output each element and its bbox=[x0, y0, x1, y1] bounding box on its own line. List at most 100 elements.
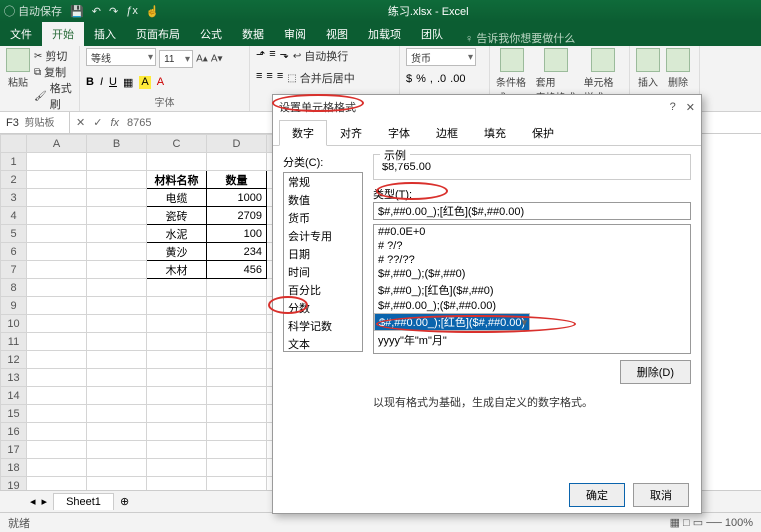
category-item[interactable]: 时间 bbox=[284, 263, 362, 281]
comma-icon[interactable]: , bbox=[430, 73, 433, 85]
delete-cells-button[interactable]: 删除 bbox=[666, 48, 690, 89]
tab-addins[interactable]: 加载项 bbox=[358, 22, 411, 46]
cell[interactable]: 水泥 bbox=[147, 225, 207, 243]
sheet-tab-1[interactable]: Sheet1 bbox=[53, 493, 114, 510]
new-sheet-button[interactable]: ⊕ bbox=[120, 495, 129, 508]
align-mid-icon[interactable]: ≡ bbox=[269, 48, 275, 64]
cell[interactable] bbox=[147, 315, 207, 333]
underline-button[interactable]: U bbox=[109, 76, 117, 89]
cell[interactable] bbox=[87, 279, 147, 297]
cell[interactable] bbox=[87, 189, 147, 207]
cell[interactable] bbox=[207, 153, 267, 171]
cell[interactable] bbox=[87, 387, 147, 405]
row-header[interactable]: 1 bbox=[1, 153, 27, 171]
row-header[interactable]: 16 bbox=[1, 423, 27, 441]
cell[interactable]: 瓷砖 bbox=[147, 207, 207, 225]
cell[interactable]: 1000 bbox=[207, 189, 267, 207]
row-header[interactable]: 5 bbox=[1, 225, 27, 243]
tab-file[interactable]: 文件 bbox=[0, 22, 42, 46]
category-item[interactable]: 科学记数 bbox=[284, 317, 362, 335]
cell[interactable] bbox=[27, 261, 87, 279]
help-icon[interactable]: ? bbox=[670, 101, 676, 114]
tell-me[interactable]: ♀ 告诉我你想要做什么 bbox=[465, 30, 575, 46]
cell[interactable] bbox=[87, 441, 147, 459]
merge-button[interactable]: ⬚ 合并后居中 bbox=[287, 70, 354, 86]
cell[interactable]: 2709 bbox=[207, 207, 267, 225]
cell[interactable] bbox=[27, 441, 87, 459]
tab-nav-next-icon[interactable]: ▸ bbox=[42, 495, 48, 508]
category-item[interactable]: 日期 bbox=[284, 245, 362, 263]
cell[interactable] bbox=[147, 369, 207, 387]
tab-layout[interactable]: 页面布局 bbox=[126, 22, 190, 46]
cell[interactable] bbox=[87, 423, 147, 441]
col-header[interactable]: D bbox=[207, 135, 267, 153]
redo-icon[interactable]: ↷ bbox=[109, 5, 118, 18]
category-item[interactable]: 常规 bbox=[284, 173, 362, 191]
close-icon[interactable]: ✕ bbox=[686, 101, 695, 114]
row-header[interactable]: 15 bbox=[1, 405, 27, 423]
cell[interactable] bbox=[27, 351, 87, 369]
cell[interactable] bbox=[27, 369, 87, 387]
enter-formula-icon[interactable]: ✓ bbox=[93, 116, 102, 129]
tab-review[interactable]: 审阅 bbox=[274, 22, 316, 46]
cell[interactable] bbox=[27, 333, 87, 351]
format-item[interactable]: # ??/?? bbox=[374, 253, 690, 267]
shrink-font-icon[interactable]: A▾ bbox=[211, 54, 223, 65]
italic-button[interactable]: I bbox=[100, 76, 103, 89]
row-header[interactable]: 4 bbox=[1, 207, 27, 225]
cell[interactable] bbox=[207, 315, 267, 333]
dialog-tab[interactable]: 边框 bbox=[423, 120, 471, 146]
cell[interactable] bbox=[27, 225, 87, 243]
view-break-icon[interactable]: ▭ bbox=[693, 517, 703, 529]
cell[interactable] bbox=[207, 441, 267, 459]
row-header[interactable]: 6 bbox=[1, 243, 27, 261]
tab-nav-prev-icon[interactable]: ◂ bbox=[30, 495, 36, 508]
cell[interactable]: 数量 bbox=[207, 171, 267, 189]
font-name-select[interactable]: 等线 bbox=[86, 48, 156, 66]
cell[interactable] bbox=[27, 207, 87, 225]
align-center-icon[interactable]: ≡ bbox=[266, 70, 272, 86]
wrap-button[interactable]: ↩ 自动换行 bbox=[293, 48, 348, 64]
insert-cells-button[interactable]: 插入 bbox=[636, 48, 660, 89]
cell[interactable] bbox=[27, 189, 87, 207]
cell[interactable]: 100 bbox=[207, 225, 267, 243]
cell[interactable] bbox=[207, 387, 267, 405]
row-header[interactable]: 18 bbox=[1, 459, 27, 477]
format-item[interactable]: m"月"d"日" bbox=[374, 349, 690, 354]
category-item[interactable]: 货币 bbox=[284, 209, 362, 227]
type-input[interactable]: $#,##0.00_);[红色]($#,##0.00) bbox=[373, 202, 691, 220]
row-header[interactable]: 14 bbox=[1, 387, 27, 405]
format-item[interactable]: # ?/? bbox=[374, 239, 690, 253]
cell[interactable] bbox=[87, 351, 147, 369]
category-listbox[interactable]: 常规数值货币会计专用日期时间百分比分数科学记数文本特殊自定义 bbox=[283, 172, 363, 352]
cell[interactable] bbox=[207, 459, 267, 477]
fx-button[interactable]: fx bbox=[110, 117, 119, 129]
cell[interactable] bbox=[27, 423, 87, 441]
cancel-formula-icon[interactable]: ✕ bbox=[76, 116, 85, 129]
cell[interactable]: 456 bbox=[207, 261, 267, 279]
align-right-icon[interactable]: ≡ bbox=[277, 70, 283, 86]
font-color-button[interactable]: A bbox=[157, 76, 164, 89]
cell[interactable] bbox=[147, 297, 207, 315]
format-item[interactable]: ##0.0E+0 bbox=[374, 225, 690, 239]
cell[interactable] bbox=[147, 279, 207, 297]
cell[interactable]: 电缆 bbox=[147, 189, 207, 207]
cell[interactable] bbox=[87, 153, 147, 171]
font-size-select[interactable]: 11 bbox=[159, 50, 193, 68]
dialog-tab[interactable]: 对齐 bbox=[327, 120, 375, 146]
row-header[interactable]: 11 bbox=[1, 333, 27, 351]
ok-button[interactable]: 确定 bbox=[569, 483, 625, 507]
cell[interactable] bbox=[207, 351, 267, 369]
tab-formulas[interactable]: 公式 bbox=[190, 22, 232, 46]
cell[interactable] bbox=[147, 153, 207, 171]
save-icon[interactable]: 💾 bbox=[70, 5, 84, 18]
paste-button[interactable]: 粘贴 bbox=[6, 48, 30, 112]
view-layout-icon[interactable]: □ bbox=[683, 517, 690, 529]
fx-icon[interactable]: ƒx bbox=[126, 5, 138, 17]
cell[interactable] bbox=[87, 171, 147, 189]
cancel-button[interactable]: 取消 bbox=[633, 483, 689, 507]
tab-view[interactable]: 视图 bbox=[316, 22, 358, 46]
cell[interactable] bbox=[27, 405, 87, 423]
col-header[interactable]: C bbox=[147, 135, 207, 153]
cell[interactable] bbox=[87, 369, 147, 387]
